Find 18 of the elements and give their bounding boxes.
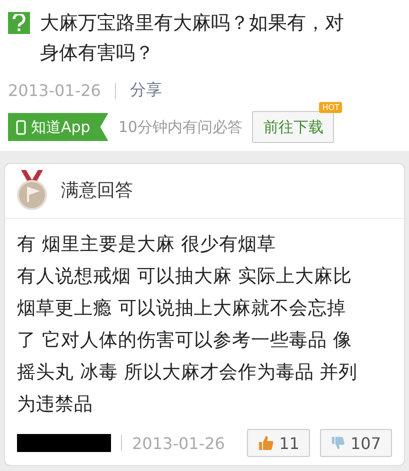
answer-header: 满意回答 [61,179,133,202]
answer-paragraph: 有人说想戒烟 可以抽大麻 实际上大麻比烟草更上瘾 可以说抽上大麻就不会忘掉了 它对人体的伤害可以参考一些毒品 像摇头丸 冰毒 所以大麻才会作为毒品 并列为违禁品 [17,265,359,417]
download-button[interactable]: 前往下载 [252,111,334,143]
answer-paragraph: 有 烟里主要是大麻 很少有烟草 [17,233,277,257]
app-name: 知道App [31,118,90,136]
thumbs-down-icon [331,436,346,450]
thumbs-up-icon [258,435,274,451]
share-link[interactable]: 分享 [130,80,162,101]
phone-icon [16,120,26,134]
like-button[interactable]: 11 [247,429,310,457]
question-date: 2013-01-26 [8,81,101,100]
dislike-button[interactable]: 107 [320,429,392,457]
answer-date: 2013-01-26 [132,434,225,452]
medal-icon [15,170,49,210]
hot-badge: HOT [319,102,342,113]
question-icon [8,12,30,34]
question-title: 大麻万宝路里有大麻吗？如果有，对身体有害吗？ [40,11,345,66]
promo-slogan: 10分钟内有问必答 [118,118,242,136]
